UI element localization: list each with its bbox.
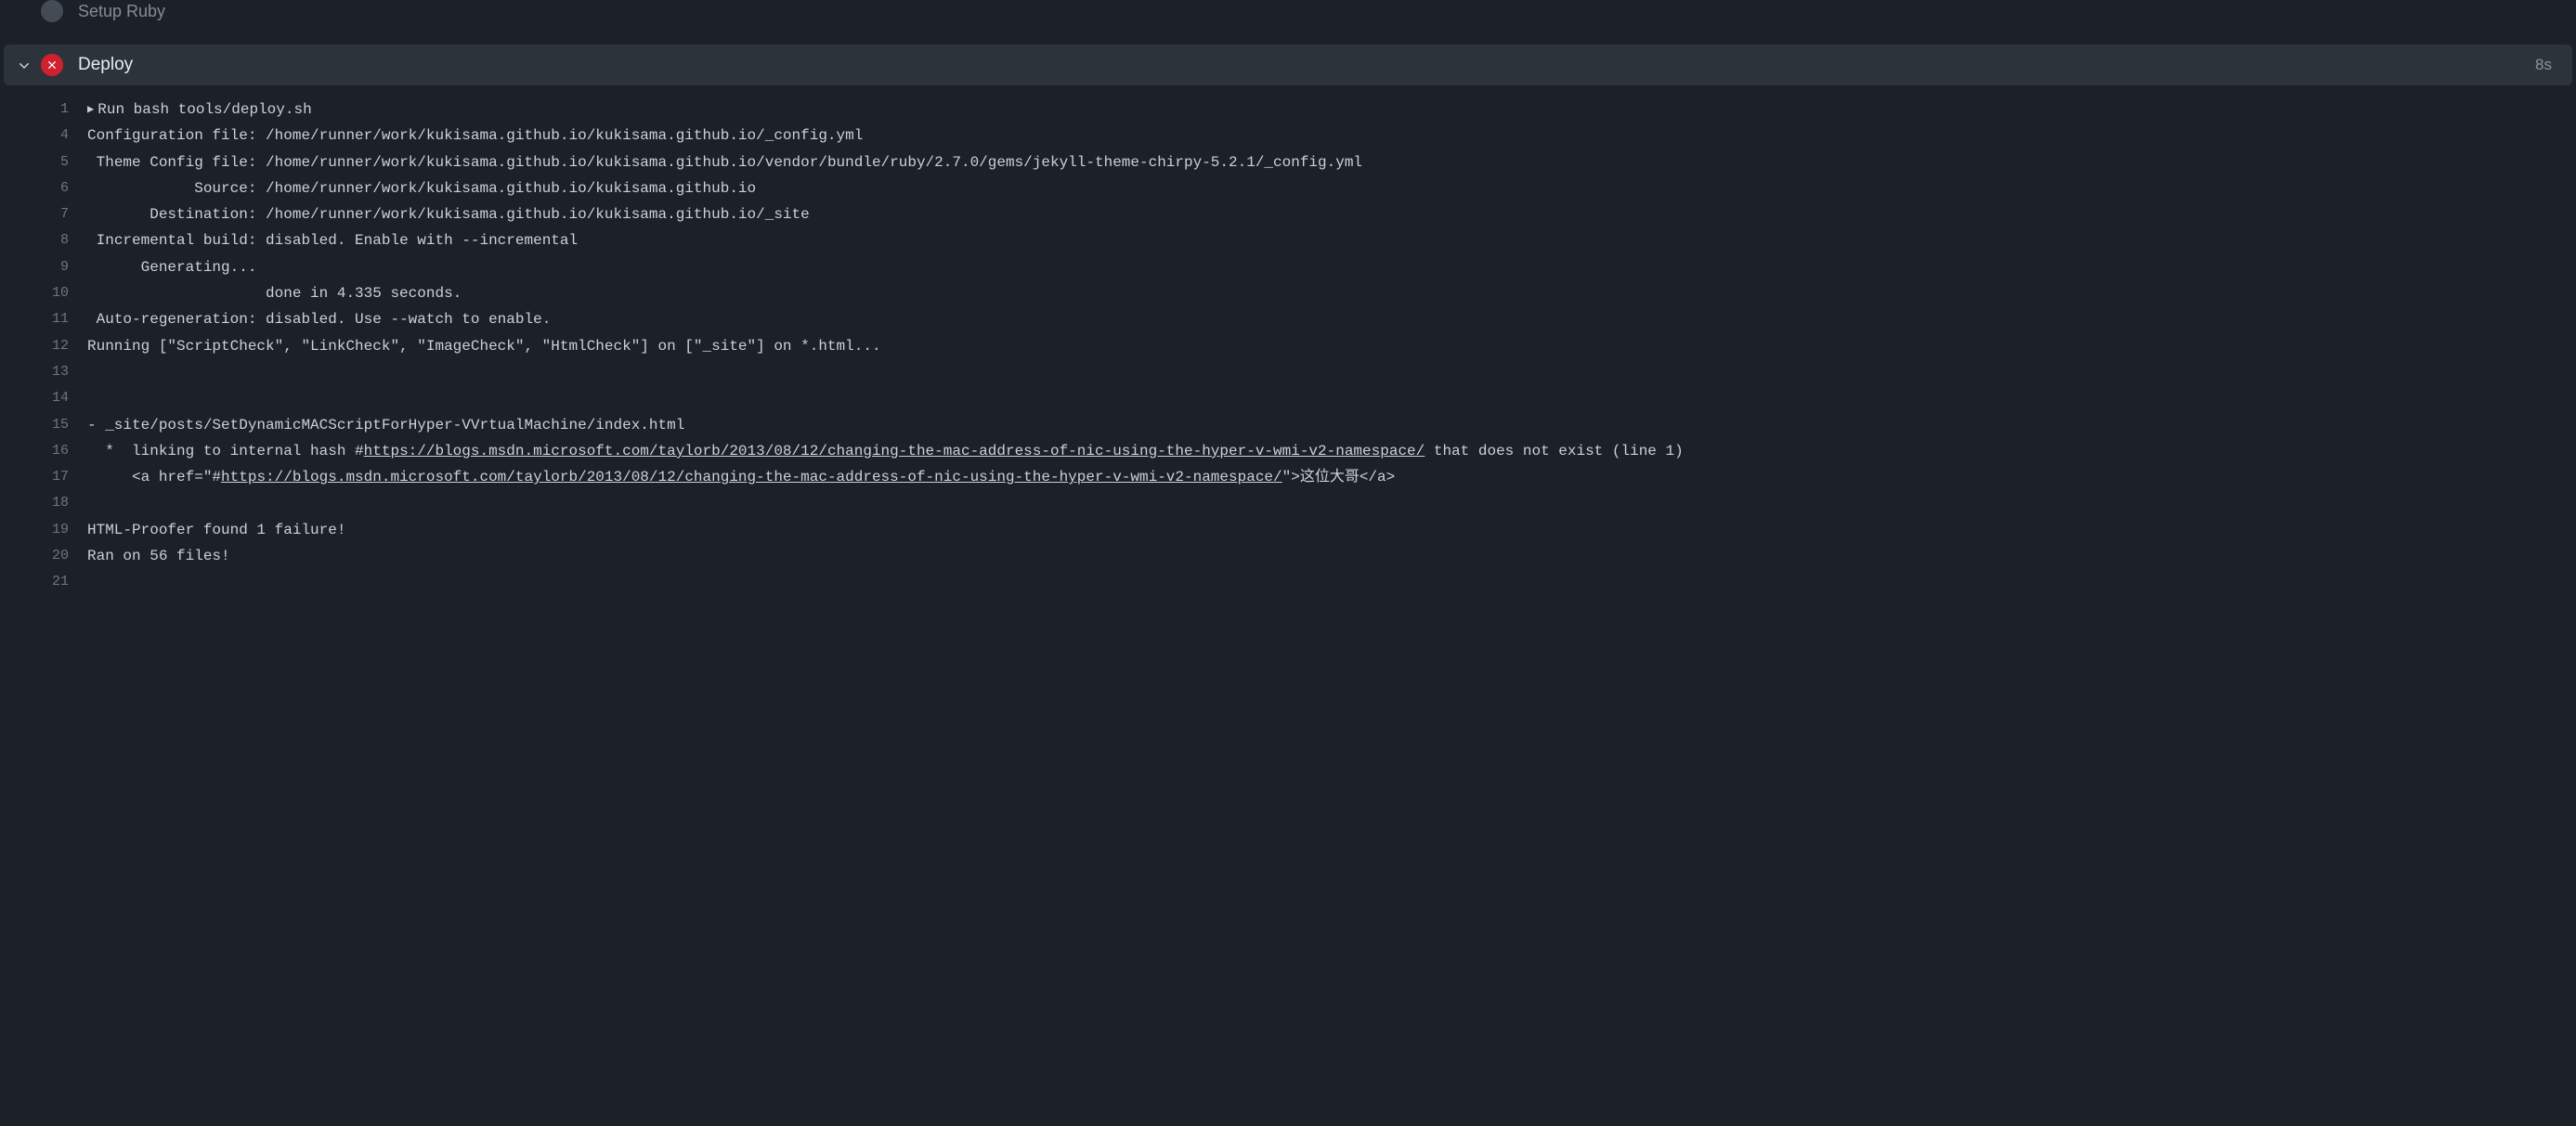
- log-text: Running ["ScriptCheck", "LinkCheck", "Im…: [87, 333, 2576, 359]
- line-number: 8: [33, 227, 69, 253]
- log-text: done in 4.335 seconds.: [87, 280, 2576, 306]
- step-duration: 8s: [2535, 56, 2552, 74]
- log-line: 16 * linking to internal hash #https://b…: [33, 438, 2576, 464]
- line-number: 19: [33, 517, 69, 543]
- log-line: 5 Theme Config file: /home/runner/work/k…: [33, 149, 2576, 175]
- line-number: 4: [33, 123, 69, 149]
- line-number: 15: [33, 412, 69, 438]
- line-number: 14: [33, 385, 69, 411]
- caret-right-icon: ▶: [87, 97, 94, 123]
- log-output: 1 ▶Run bash tools/deploy.sh 4 Configurati…: [0, 85, 2576, 596]
- log-text: * linking to internal hash #https://blog…: [87, 438, 2576, 464]
- log-text: Configuration file: /home/runner/work/ku…: [87, 123, 2576, 149]
- step-header-deploy[interactable]: Deploy 8s: [4, 45, 2572, 85]
- line-number: 21: [33, 569, 69, 595]
- log-line: 19 HTML-Proofer found 1 failure!: [33, 517, 2576, 543]
- status-circle-icon: [41, 0, 63, 22]
- line-number: 7: [33, 201, 69, 227]
- log-line: 10 done in 4.335 seconds.: [33, 280, 2576, 306]
- log-command: Run bash tools/deploy.sh: [98, 101, 311, 118]
- line-number: 10: [33, 280, 69, 306]
- log-text: Destination: /home/runner/work/kukisama.…: [87, 201, 2576, 227]
- line-number: 1: [33, 97, 69, 123]
- log-text: Incremental build: disabled. Enable with…: [87, 227, 2576, 253]
- log-link[interactable]: https://blogs.msdn.microsoft.com/taylorb…: [364, 443, 1425, 459]
- log-line: 17 <a href="#https://blogs.msdn.microsof…: [33, 464, 2576, 490]
- log-line: 14: [33, 385, 2576, 411]
- log-text: Theme Config file: /home/runner/work/kuk…: [87, 149, 2576, 175]
- log-text: HTML-Proofer found 1 failure!: [87, 517, 2576, 543]
- log-line: 7 Destination: /home/runner/work/kukisam…: [33, 201, 2576, 227]
- status-error-icon: [41, 54, 63, 76]
- line-number: 11: [33, 306, 69, 332]
- log-line: 12 Running ["ScriptCheck", "LinkCheck", "…: [33, 333, 2576, 359]
- step-title: Deploy: [78, 55, 2535, 75]
- previous-step-label: Setup Ruby: [78, 2, 165, 21]
- log-text-part: ">这位大哥</a>: [1282, 469, 1396, 485]
- log-text: Source: /home/runner/work/kukisama.githu…: [87, 175, 2576, 201]
- log-line[interactable]: 1 ▶Run bash tools/deploy.sh: [33, 97, 2576, 123]
- log-link[interactable]: https://blogs.msdn.microsoft.com/taylorb…: [221, 469, 1282, 485]
- log-line: 13: [33, 359, 2576, 385]
- log-line: 8 Incremental build: disabled. Enable wi…: [33, 227, 2576, 253]
- log-text-part: <a href="#: [87, 469, 221, 485]
- log-line: 9 Generating...: [33, 254, 2576, 280]
- line-number: 9: [33, 254, 69, 280]
- log-line: 4 Configuration file: /home/runner/work/k…: [33, 123, 2576, 149]
- log-text: Generating...: [87, 254, 2576, 280]
- log-line: 11 Auto-regeneration: disabled. Use --wa…: [33, 306, 2576, 332]
- chevron-down-icon: [17, 58, 32, 72]
- log-line: 21: [33, 569, 2576, 595]
- log-text: ▶Run bash tools/deploy.sh: [87, 97, 2576, 123]
- line-number: 16: [33, 438, 69, 464]
- log-text-part: * linking to internal hash #: [87, 443, 364, 459]
- previous-step-row[interactable]: Setup Ruby: [0, 0, 2576, 22]
- log-line: 20 Ran on 56 files!: [33, 543, 2576, 569]
- line-number: 12: [33, 333, 69, 359]
- line-number: 20: [33, 543, 69, 569]
- log-line: 15 - _site/posts/SetDynamicMACScriptForHy…: [33, 412, 2576, 438]
- log-text: <a href="#https://blogs.msdn.microsoft.c…: [87, 464, 2576, 490]
- line-number: 5: [33, 149, 69, 175]
- log-text: Ran on 56 files!: [87, 543, 2576, 569]
- line-number: 13: [33, 359, 69, 385]
- log-text-part: that does not exist (line 1): [1425, 443, 1683, 459]
- log-line: 6 Source: /home/runner/work/kukisama.git…: [33, 175, 2576, 201]
- line-number: 17: [33, 464, 69, 490]
- line-number: 18: [33, 490, 69, 516]
- line-number: 6: [33, 175, 69, 201]
- log-text: Auto-regeneration: disabled. Use --watch…: [87, 306, 2576, 332]
- log-line: 18: [33, 490, 2576, 516]
- log-text: - _site/posts/SetDynamicMACScriptForHype…: [87, 412, 2576, 438]
